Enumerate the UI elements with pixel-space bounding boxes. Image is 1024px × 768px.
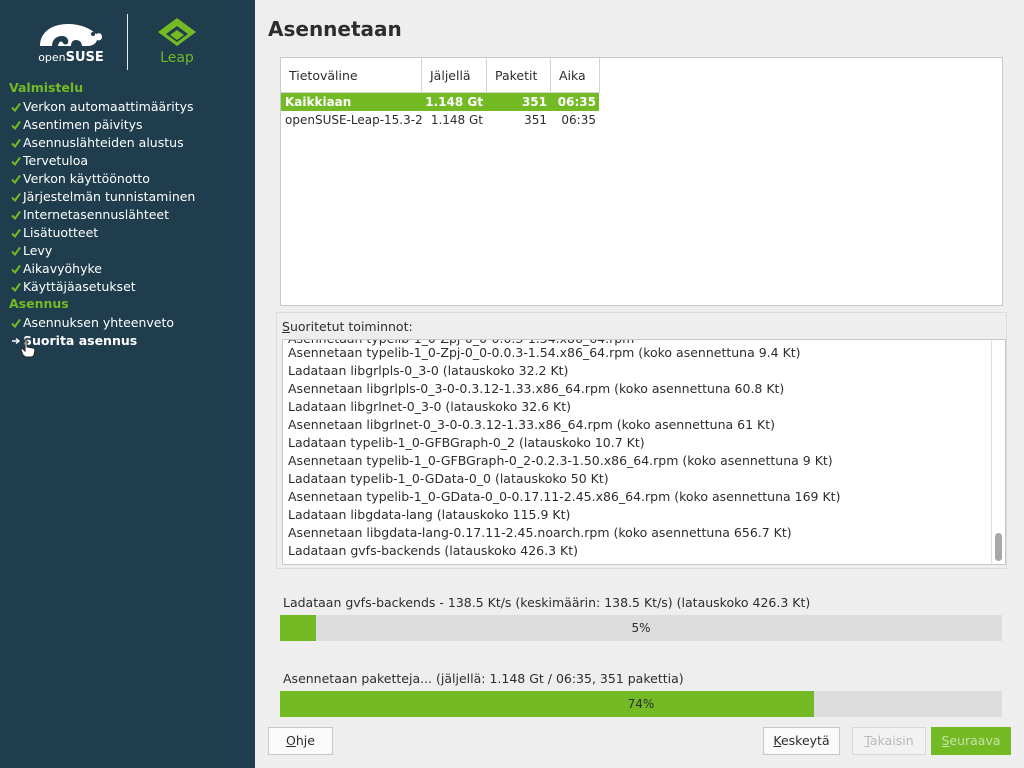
sidebar-step-label: Verkon käyttöönotto <box>23 171 150 186</box>
check-icon <box>10 227 22 239</box>
column-header-medium[interactable]: Tietoväline <box>281 58 422 93</box>
check-icon <box>10 137 22 149</box>
column-header-remaining[interactable]: Jäljellä <box>422 58 487 93</box>
check-icon <box>10 101 22 113</box>
sidebar-step-label: Asentimen päivitys <box>23 117 143 132</box>
install-progress-bar: 74% <box>280 691 1002 717</box>
sidebar-step: Käyttäjäasetukset <box>10 278 136 296</box>
check-icon <box>10 155 22 167</box>
chameleon-icon <box>40 24 102 46</box>
sidebar-step: Verkon automaattimääritys <box>10 98 194 116</box>
page-title: Asennetaan <box>268 17 402 41</box>
back-button[interactable]: Takaisin <box>852 727 926 755</box>
sidebar-step-label: Internetasennuslähteet <box>23 207 170 222</box>
table-cell: 1.148 Gt <box>430 113 483 127</box>
download-progress-label: Ladataan gvfs-backends - 138.5 Kt/s (kes… <box>283 595 811 610</box>
help-button[interactable]: Ohje <box>268 727 333 755</box>
log-line: Ladataan libgrlpls-0_3-0 (latauskoko 32.… <box>288 363 569 378</box>
sidebar-section-title: Asennus <box>9 296 69 311</box>
sidebar-step-label: Järjestelmän tunnistaminen <box>23 189 196 204</box>
table-cell: 351 <box>521 95 547 109</box>
next-button[interactable]: Seuraava <box>931 727 1011 755</box>
actions-log[interactable]: Asennetaan typelib-1_0-Zpj-0_0-0.0.3-1.5… <box>282 339 1006 565</box>
abort-button[interactable]: Keskeytä <box>763 727 840 755</box>
sidebar-section-title: Valmistelu <box>9 80 84 95</box>
check-icon <box>10 119 22 131</box>
download-progress-bar: 5% <box>280 615 1002 641</box>
sidebar-step: Asentimen päivitys <box>10 116 143 134</box>
table-row[interactable]: Kaikkiaan 1.148 Gt 351 06:35 <box>281 93 599 111</box>
download-progress-text: 5% <box>631 621 651 635</box>
sidebar-step: Verkon käyttöönotto <box>10 170 150 188</box>
log-line: Asennetaan typelib-1_0-GFBGraph-0_2-0.2.… <box>288 453 833 468</box>
sidebar-step-label: Käyttäjäasetukset <box>23 279 136 294</box>
sidebar-step: Asennuslähteiden alustus <box>10 134 184 152</box>
log-line: Asennetaan typelib-1_0-Zpj-0_0-0.0.3-1.5… <box>288 345 801 360</box>
sidebar-step: Asennuksen yhteenveto <box>10 314 174 332</box>
sidebar-step-label: Suorita asennus <box>23 333 138 348</box>
check-icon <box>10 209 22 221</box>
media-table[interactable]: Tietoväline Jäljellä Paketit Aika Kaikki… <box>280 57 1003 306</box>
sidebar-step-label: Asennuksen yhteenveto <box>23 315 175 330</box>
log-line: Ladataan typelib-1_0-GData-0_0 (latausko… <box>288 471 609 486</box>
check-icon <box>10 317 22 329</box>
log-scrollbar-thumb[interactable] <box>995 533 1002 561</box>
column-header-packages[interactable]: Paketit <box>487 58 551 93</box>
sidebar-step: Aikavyöhyke <box>10 260 102 278</box>
column-header-time[interactable]: Aika <box>551 58 600 93</box>
check-icon <box>10 263 22 275</box>
table-row[interactable]: openSUSE-Leap-15.3-2 1.148 Gt 351 06:35 <box>281 111 599 129</box>
log-line: Ladataan gvfs-backends (latauskoko 426.3… <box>288 543 578 558</box>
sidebar-step-label: Lisätuotteet <box>23 225 99 240</box>
sidebar-step-label: Tervetuloa <box>23 153 89 168</box>
log-line: Asennetaan libgrlnet-0_3-0-0.3.12-1.33.x… <box>288 417 775 432</box>
main-content: Asennetaan Tietoväline Jäljellä Paketit … <box>255 0 1024 768</box>
log-line: Asennetaan libgrlpls-0_3-0-0.3.12-1.33.x… <box>288 381 785 396</box>
sidebar-step: Lisätuotteet <box>10 224 98 242</box>
mouse-cursor-icon <box>20 338 36 358</box>
log-line: Ladataan libgrlnet-0_3-0 (latauskoko 32.… <box>288 399 572 414</box>
sidebar-step: Tervetuloa <box>10 152 88 170</box>
sidebar-step-label: Asennuslähteiden alustus <box>23 135 184 150</box>
log-line: Ladataan libgdata-lang (latauskoko 115.9… <box>288 507 571 522</box>
table-cell: Kaikkiaan <box>285 95 352 109</box>
sidebar-step: Järjestelmän tunnistaminen <box>10 188 195 206</box>
sidebar-step-label: Aikavyöhyke <box>23 261 102 276</box>
check-icon <box>10 191 22 203</box>
leap-icon <box>158 18 196 46</box>
table-cell: 06:35 <box>557 95 596 109</box>
sidebar-step-label: Verkon automaattimääritys <box>23 99 194 114</box>
leap-logo <box>156 16 198 52</box>
check-icon <box>10 245 22 257</box>
logo-divider <box>127 14 128 70</box>
actions-label: Suoritetut toiminnot: <box>282 319 413 334</box>
sidebar-step-label: Levy <box>23 243 53 258</box>
opensuse-logo: openSUSE <box>38 20 104 66</box>
install-progress-label: Asennetaan paketteja... (jäljellä: 1.148… <box>283 671 684 686</box>
check-icon <box>10 173 22 185</box>
table-cell: 1.148 Gt <box>425 95 483 109</box>
logo-area: openSUSE Leap <box>0 0 255 80</box>
leap-wordmark: Leap <box>160 50 194 66</box>
log-line: Ladataan typelib-1_0-GFBGraph-0_2 (latau… <box>288 435 645 450</box>
log-scrollbar[interactable] <box>991 340 1005 564</box>
table-cell: 351 <box>524 113 547 127</box>
table-cell: 06:35 <box>561 113 596 127</box>
sidebar-step: Levy <box>10 242 52 260</box>
actions-group: Suoritetut toiminnot: Asennetaan typelib… <box>276 312 1007 569</box>
log-line: Asennetaan typelib-1_0-GData-0_0-0.17.11… <box>288 489 841 504</box>
install-progress-text: 74% <box>627 697 655 711</box>
opensuse-wordmark: openSUSE <box>38 50 104 65</box>
check-icon <box>10 281 22 293</box>
sidebar-step: Internetasennuslähteet <box>10 206 169 224</box>
table-cell: openSUSE-Leap-15.3-2 <box>285 113 423 127</box>
log-line: Asennetaan libgdata-lang-0.17.11-2.45.no… <box>288 525 792 540</box>
sidebar: openSUSE Leap Valmistelu Verkon automaatt… <box>0 0 255 768</box>
